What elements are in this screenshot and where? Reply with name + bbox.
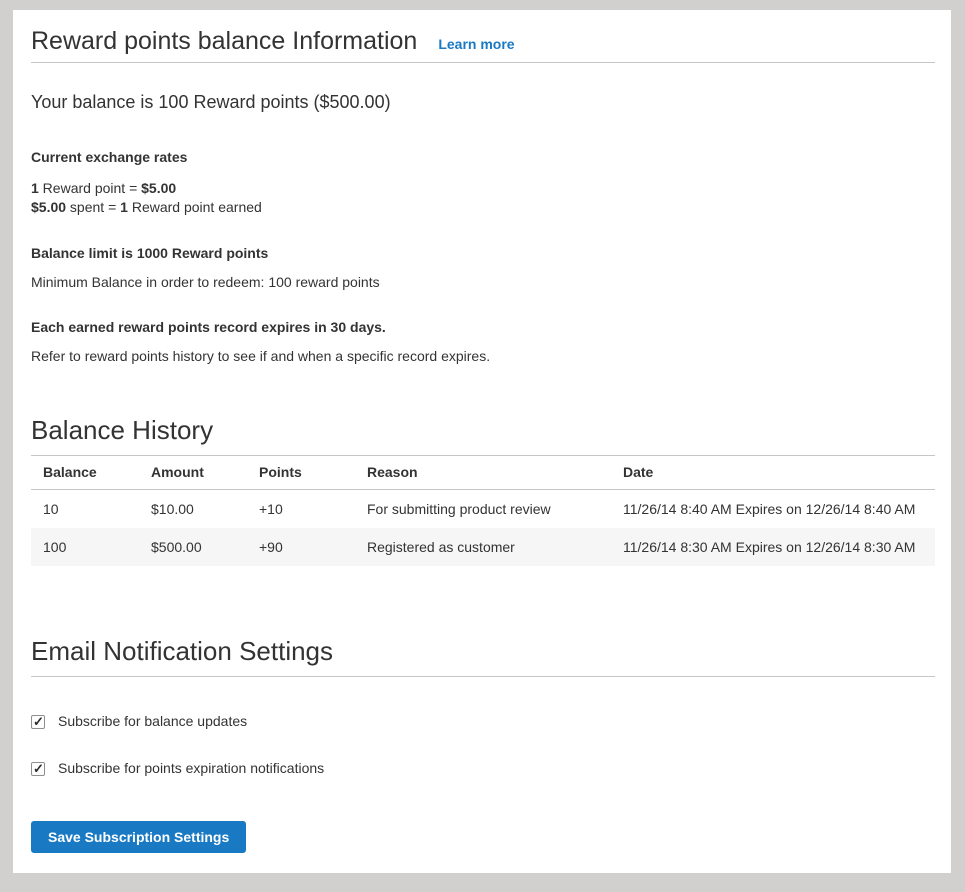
table-row: 10 $10.00 +10 For submitting product rev… <box>31 490 935 529</box>
expiration-notifications-field: Subscribe for points expiration notifica… <box>31 760 935 777</box>
exchange-rate-lines: 1 Reward point = $5.00$5.00 spent = 1 Re… <box>31 179 935 217</box>
cell-reason: Registered as customer <box>355 528 611 566</box>
column-header-points: Points <box>247 456 355 490</box>
expiration-heading: Each earned reward points record expires… <box>31 319 935 336</box>
column-header-date: Date <box>611 456 935 490</box>
balance-limit-heading: Balance limit is 1000 Reward points <box>31 245 935 262</box>
cell-points: +10 <box>247 490 355 529</box>
redeem-rate-text: Reward point = <box>39 180 141 196</box>
earn-rate-line: $5.00 spent = 1 Reward point earned <box>31 199 262 215</box>
table-row: 100 $500.00 +90 Registered as customer 1… <box>31 528 935 566</box>
column-header-balance: Balance <box>31 456 139 490</box>
redeem-currency-value: $5.00 <box>141 180 176 196</box>
cell-date: 11/26/14 8:40 AM Expires on 12/26/14 8:4… <box>611 490 935 529</box>
minimum-balance-note: Minimum Balance in order to redeem: 100 … <box>31 274 935 291</box>
balance-updates-checkbox[interactable] <box>31 715 45 729</box>
expiration-note: Refer to reward points history to see if… <box>31 348 935 365</box>
column-header-reason: Reason <box>355 456 611 490</box>
table-header-row: Balance Amount Points Reason Date <box>31 456 935 490</box>
cell-date: 11/26/14 8:30 AM Expires on 12/26/14 8:3… <box>611 528 935 566</box>
column-header-amount: Amount <box>139 456 247 490</box>
balance-history-heading: Balance History <box>31 415 935 456</box>
earn-currency-value: $5.00 <box>31 199 66 215</box>
cell-balance: 10 <box>31 490 139 529</box>
earn-points-value: 1 <box>120 199 128 215</box>
cell-reason: For submitting product review <box>355 490 611 529</box>
balance-updates-label[interactable]: Subscribe for balance updates <box>58 713 247 730</box>
exchange-rates-heading: Current exchange rates <box>31 149 935 166</box>
balance-summary: Your balance is 100 Reward points ($500.… <box>31 91 935 113</box>
cell-amount: $10.00 <box>139 490 247 529</box>
expiration-notifications-checkbox[interactable] <box>31 762 45 776</box>
email-settings-heading: Email Notification Settings <box>31 636 935 677</box>
balance-updates-field: Subscribe for balance updates <box>31 713 935 730</box>
earn-rate-tail: Reward point earned <box>128 199 262 215</box>
page-title: Reward points balance Information <box>31 26 417 56</box>
cell-balance: 100 <box>31 528 139 566</box>
redeem-points-value: 1 <box>31 180 39 196</box>
page-header: Reward points balance Information Learn … <box>31 26 935 63</box>
learn-more-link[interactable]: Learn more <box>438 36 514 52</box>
cell-points: +90 <box>247 528 355 566</box>
balance-history-table: Balance Amount Points Reason Date 10 $10… <box>31 456 935 566</box>
earn-rate-text: spent = <box>66 199 120 215</box>
redeem-rate-line: 1 Reward point = $5.00 <box>31 180 176 196</box>
save-subscription-settings-button[interactable]: Save Subscription Settings <box>31 821 246 853</box>
cell-amount: $500.00 <box>139 528 247 566</box>
expiration-notifications-label[interactable]: Subscribe for points expiration notifica… <box>58 760 324 777</box>
reward-points-panel: Reward points balance Information Learn … <box>13 10 951 873</box>
